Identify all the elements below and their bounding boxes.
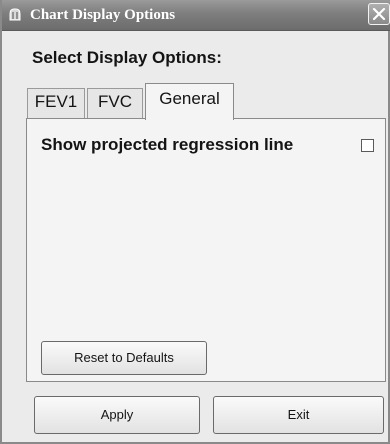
close-icon — [372, 7, 386, 21]
projected-regression-line-checkbox[interactable] — [361, 139, 374, 152]
tab-fvc[interactable]: FVC — [87, 88, 143, 118]
general-tab-panel: Show projected regression line Reset to … — [26, 118, 386, 382]
tab-general[interactable]: General — [145, 83, 234, 120]
window-title: Chart Display Options — [30, 7, 176, 23]
tab-fev1[interactable]: FEV1 — [27, 88, 85, 118]
exit-button[interactable]: Exit — [213, 396, 384, 434]
chart-display-options-dialog: Chart Display Options Select Display Opt… — [0, 0, 390, 444]
title-bar[interactable]: Chart Display Options — [2, 0, 390, 31]
projected-regression-line-label: Show projected regression line — [41, 135, 294, 154]
apply-button[interactable]: Apply — [34, 396, 200, 434]
dialog-heading: Select Display Options: — [32, 48, 222, 67]
reset-to-defaults-button[interactable]: Reset to Defaults — [41, 341, 207, 375]
app-icon — [7, 6, 23, 22]
close-button[interactable] — [368, 3, 390, 25]
